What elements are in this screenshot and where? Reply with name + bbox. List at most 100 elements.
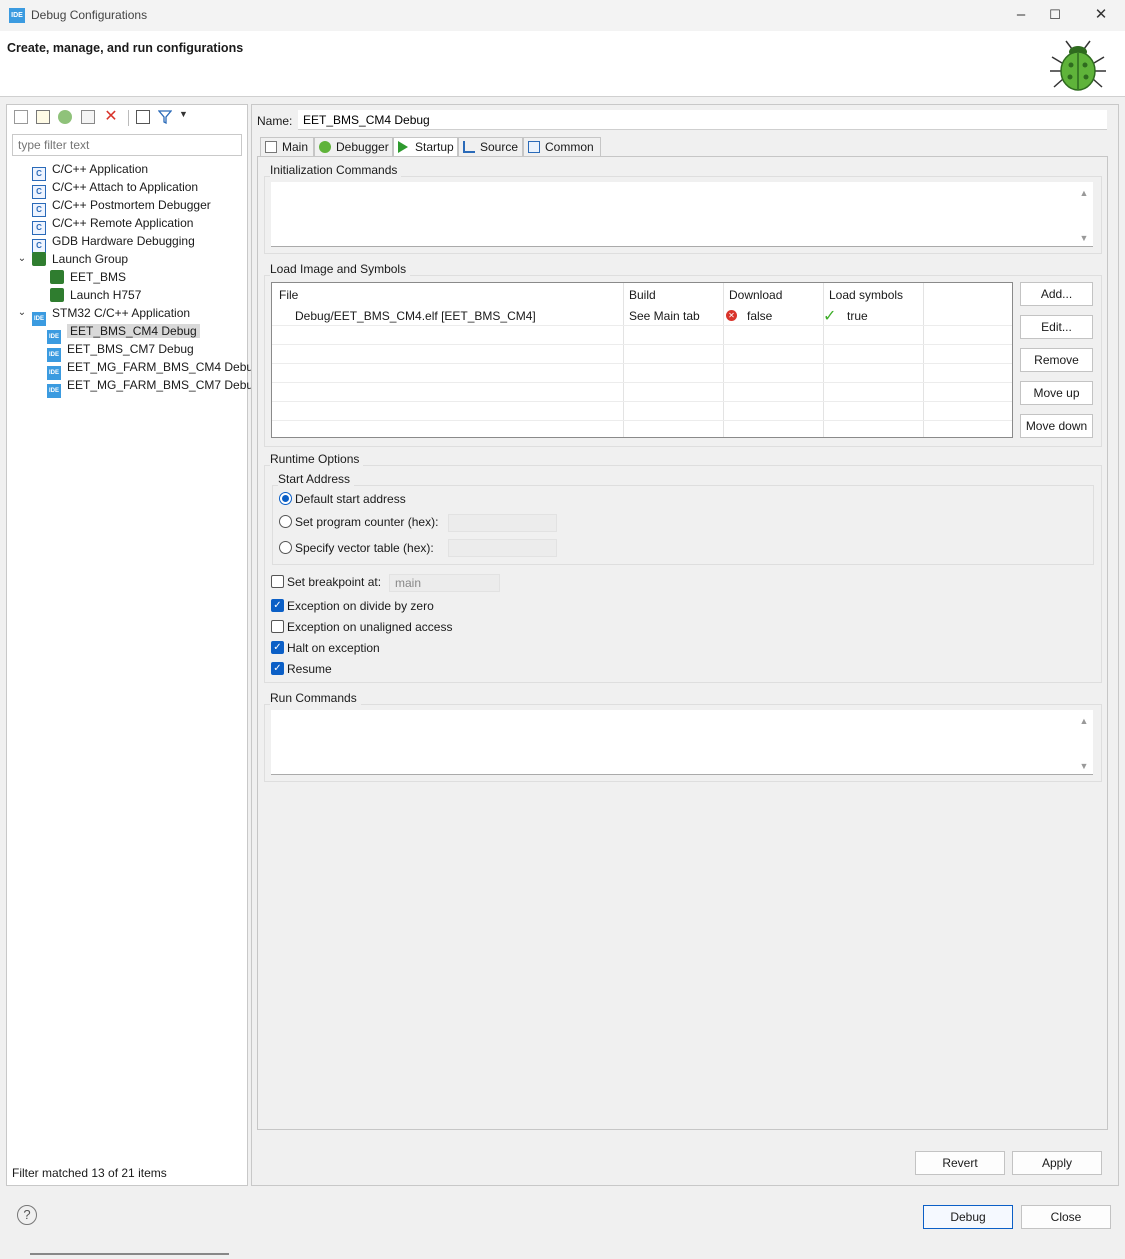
halt-on-exception-checkbox[interactable]: ✓ (271, 641, 284, 654)
duplicate-icon[interactable] (58, 110, 72, 124)
revert-button[interactable]: Revert (915, 1151, 1005, 1175)
tree-item-mg-farm-cm7-debug[interactable]: IDE EET_MG_FARM_BMS_CM7 Debug (47, 376, 260, 398)
launch-group-icon (50, 270, 64, 284)
tab-debugger[interactable]: Debugger (314, 137, 393, 157)
exception-divide-checkbox[interactable]: ✓ (271, 599, 284, 612)
ide-icon: IDE (32, 312, 46, 326)
tree-item-eet-bms-cm7-debug[interactable]: IDE EET_BMS_CM7 Debug (47, 340, 194, 362)
tree-item-stm32-app[interactable]: IDE STM32 C/C++ Application (32, 304, 190, 326)
resume-checkbox[interactable]: ✓ (271, 662, 284, 675)
close-window-button[interactable]: ✕ (1092, 6, 1110, 24)
exception-divide-label: Exception on divide by zero (287, 599, 434, 613)
tree-item-mg-farm-cm4-debug[interactable]: IDE EET_MG_FARM_BMS_CM4 Debug (47, 358, 260, 380)
common-tab-icon (528, 141, 540, 153)
tab-source[interactable]: Source (458, 137, 523, 157)
default-start-label: Default start address (295, 492, 406, 506)
program-counter-radio[interactable] (279, 515, 292, 528)
default-start-radio[interactable] (279, 492, 292, 505)
maximize-button[interactable]: ☐ (1046, 6, 1064, 24)
error-icon: ✕ (726, 310, 737, 321)
remove-button[interactable]: Remove (1020, 348, 1093, 372)
program-counter-input[interactable] (448, 514, 557, 532)
horizontal-scrollbar[interactable] (11, 1245, 246, 1259)
tree-item-eet-bms-cm4-debug[interactable]: IDE EET_BMS_CM4 Debug (47, 322, 200, 344)
delete-icon[interactable]: ✕ (104, 109, 118, 125)
tree-item-c-attach[interactable]: C C/C++ Attach to Application (32, 178, 198, 199)
collapse-all-icon[interactable] (136, 110, 150, 124)
window-title: Debug Configurations (31, 8, 148, 22)
add-button[interactable]: Add... (1020, 282, 1093, 306)
scroll-up-icon[interactable]: ▲ (1078, 716, 1090, 726)
tree-item-eet-bms[interactable]: EET_BMS (50, 268, 126, 286)
export-icon[interactable] (81, 110, 95, 124)
main-tab-icon (265, 141, 277, 153)
toolbar-separator (128, 110, 129, 126)
new-config-icon[interactable] (14, 110, 28, 124)
filter-icon[interactable] (158, 110, 172, 124)
tree-item-launch-h757[interactable]: Launch H757 (50, 286, 141, 304)
column-header-build[interactable]: Build (629, 288, 656, 302)
minimize-button[interactable]: – (1012, 6, 1030, 24)
tab-main[interactable]: Main (260, 137, 314, 157)
filter-status: Filter matched 13 of 21 items (12, 1166, 167, 1180)
column-header-file[interactable]: File (279, 288, 298, 302)
resume-label: Resume (287, 662, 332, 676)
chevron-down-icon[interactable]: ⌄ (16, 307, 28, 319)
filter-input[interactable] (12, 134, 242, 156)
set-breakpoint-checkbox[interactable] (271, 575, 284, 588)
vector-table-label: Specify vector table (hex): (295, 541, 434, 555)
dialog-header-title: Create, manage, and run configurations (7, 41, 244, 55)
checkmark-icon: ✓ (823, 308, 837, 325)
scroll-up-icon[interactable]: ▲ (1078, 188, 1090, 198)
configuration-list-panel: ✕ ▼ CC/C++ Application CC/C++ Attach to … (6, 104, 260, 1259)
ide-icon: IDE (47, 384, 61, 398)
row-divider (272, 363, 1012, 364)
table-row[interactable]: Debug/EET_BMS_CM4.elf [EET_BMS_CM4] See … (272, 306, 1012, 325)
load-image-title: Load Image and Symbols (270, 262, 411, 276)
row-divider (272, 325, 1012, 326)
program-counter-label: Set program counter (hex): (295, 515, 439, 529)
tree-item-c-postmortem[interactable]: C C/C++ Postmortem Debugger (32, 196, 211, 217)
launch-group-icon (32, 252, 46, 266)
name-label: Name: (257, 114, 293, 128)
vector-table-radio[interactable] (279, 541, 292, 554)
scrollbar-thumb[interactable] (30, 1253, 229, 1255)
app-icon: IDE (9, 8, 25, 23)
chevron-down-icon[interactable]: ⌄ (16, 253, 28, 265)
init-commands-textarea[interactable] (271, 182, 1093, 247)
tree-item-c-application[interactable]: C C/C++ Application (32, 160, 148, 181)
breakpoint-input[interactable]: main (389, 574, 500, 592)
run-commands-textarea[interactable] (271, 710, 1093, 775)
new-prototype-icon[interactable] (36, 110, 50, 124)
view-menu-icon[interactable]: ▼ (179, 109, 188, 119)
scroll-down-icon[interactable]: ▼ (1078, 233, 1090, 243)
cell-file: Debug/EET_BMS_CM4.elf [EET_BMS_CM4] (295, 309, 536, 323)
tree-item-c-remote[interactable]: C C/C++ Remote Application (32, 214, 193, 235)
run-commands-title: Run Commands (270, 691, 361, 705)
vector-table-input[interactable] (448, 539, 557, 557)
launch-group-icon (50, 288, 64, 302)
apply-button[interactable]: Apply (1012, 1151, 1102, 1175)
source-tab-icon (463, 141, 475, 153)
edit-button[interactable]: Edit... (1020, 315, 1093, 339)
load-image-table: File Build Download Load symbols Debug/E… (271, 282, 1013, 438)
scroll-down-icon[interactable]: ▼ (1078, 761, 1090, 771)
column-header-load-symbols[interactable]: Load symbols (829, 288, 903, 302)
help-icon[interactable]: ? (17, 1205, 37, 1225)
close-button[interactable]: Close (1021, 1205, 1111, 1229)
halt-on-exception-label: Halt on exception (287, 641, 380, 655)
exception-unaligned-checkbox[interactable] (271, 620, 284, 633)
column-header-download[interactable]: Download (729, 288, 782, 302)
cell-load-symbols: true (847, 309, 868, 323)
tab-startup[interactable]: Startup (393, 137, 458, 158)
row-divider (272, 401, 1012, 402)
row-divider (272, 420, 1012, 421)
move-up-button[interactable]: Move up (1020, 381, 1093, 405)
move-down-button[interactable]: Move down (1020, 414, 1093, 438)
tree-item-gdb-hardware[interactable]: C GDB Hardware Debugging (32, 232, 195, 253)
name-field[interactable] (298, 110, 1107, 130)
tab-common[interactable]: Common (523, 137, 601, 157)
start-address-title: Start Address (278, 472, 355, 486)
tree-item-launch-group[interactable]: Launch Group (32, 250, 128, 268)
debug-button[interactable]: Debug (923, 1205, 1013, 1229)
